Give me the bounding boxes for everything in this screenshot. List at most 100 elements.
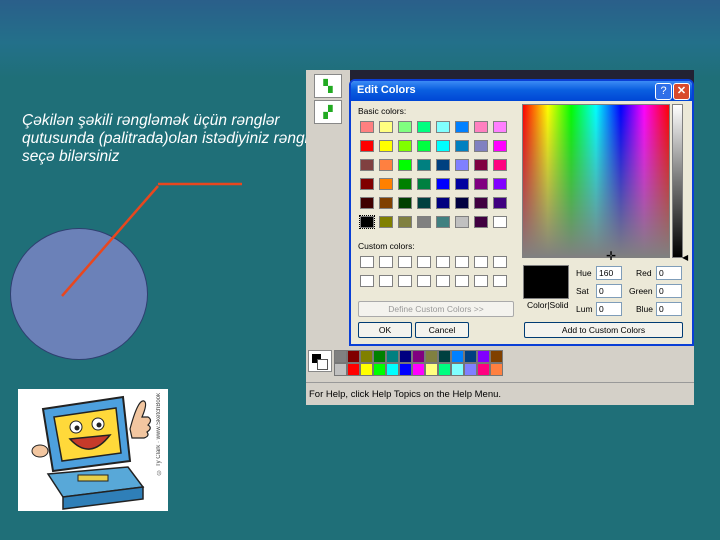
custom-color-slot[interactable] xyxy=(455,256,469,268)
close-button[interactable]: ✕ xyxy=(673,83,690,100)
basic-color-swatch[interactable] xyxy=(398,197,412,209)
palette-swatch[interactable] xyxy=(334,363,347,376)
palette-swatch[interactable] xyxy=(438,363,451,376)
hue-field[interactable]: 160 xyxy=(596,266,622,280)
palette-swatch[interactable] xyxy=(412,363,425,376)
palette-swatch[interactable] xyxy=(334,350,347,363)
basic-color-swatch[interactable] xyxy=(436,178,450,190)
custom-color-slot[interactable] xyxy=(455,275,469,287)
palette-swatch[interactable] xyxy=(386,350,399,363)
basic-color-swatch[interactable] xyxy=(398,121,412,133)
basic-color-swatch[interactable] xyxy=(417,216,431,228)
basic-color-swatch[interactable] xyxy=(417,197,431,209)
luminosity-arrow-icon[interactable]: ◀ xyxy=(682,253,688,262)
basic-color-swatch[interactable] xyxy=(474,121,488,133)
basic-color-swatch[interactable] xyxy=(417,178,431,190)
basic-color-swatch[interactable] xyxy=(474,140,488,152)
ok-button[interactable]: OK xyxy=(358,322,412,338)
custom-color-slot[interactable] xyxy=(436,256,450,268)
palette-swatch[interactable] xyxy=(477,350,490,363)
basic-color-swatch[interactable] xyxy=(359,215,375,229)
basic-color-swatch[interactable] xyxy=(455,121,469,133)
basic-color-swatch[interactable] xyxy=(360,121,374,133)
basic-color-swatch[interactable] xyxy=(417,159,431,171)
basic-color-swatch[interactable] xyxy=(455,140,469,152)
custom-color-slot[interactable] xyxy=(436,275,450,287)
basic-color-swatch[interactable] xyxy=(398,178,412,190)
custom-color-slot[interactable] xyxy=(474,256,488,268)
color-spectrum[interactable] xyxy=(522,104,670,258)
sat-field[interactable]: 0 xyxy=(596,284,622,298)
palette-swatch[interactable] xyxy=(490,363,503,376)
custom-color-slot[interactable] xyxy=(379,275,393,287)
palette-swatch[interactable] xyxy=(451,363,464,376)
custom-color-slot[interactable] xyxy=(398,256,412,268)
cancel-button[interactable]: Cancel xyxy=(415,322,469,338)
basic-color-swatch[interactable] xyxy=(436,197,450,209)
basic-color-swatch[interactable] xyxy=(417,121,431,133)
palette-swatch[interactable] xyxy=(490,350,503,363)
basic-color-swatch[interactable] xyxy=(455,159,469,171)
basic-color-swatch[interactable] xyxy=(493,140,507,152)
basic-color-swatch[interactable] xyxy=(379,216,393,228)
palette-swatch[interactable] xyxy=(360,350,373,363)
basic-color-swatch[interactable] xyxy=(436,159,450,171)
basic-color-swatch[interactable] xyxy=(379,140,393,152)
basic-color-swatch[interactable] xyxy=(493,121,507,133)
define-custom-colors-button[interactable]: Define Custom Colors >> xyxy=(358,301,514,317)
basic-color-swatch[interactable] xyxy=(474,197,488,209)
basic-color-swatch[interactable] xyxy=(493,178,507,190)
basic-color-swatch[interactable] xyxy=(379,121,393,133)
basic-color-swatch[interactable] xyxy=(379,197,393,209)
custom-color-slot[interactable] xyxy=(493,275,507,287)
basic-color-swatch[interactable] xyxy=(417,140,431,152)
custom-color-slot[interactable] xyxy=(360,275,374,287)
palette-swatch[interactable] xyxy=(464,350,477,363)
custom-color-slot[interactable] xyxy=(398,275,412,287)
palette-swatch[interactable] xyxy=(347,363,360,376)
palette-swatch[interactable] xyxy=(425,350,438,363)
basic-color-swatch[interactable] xyxy=(493,216,507,228)
crosshair-icon[interactable]: ✛ xyxy=(606,249,616,263)
custom-color-slot[interactable] xyxy=(417,275,431,287)
basic-color-swatch[interactable] xyxy=(379,159,393,171)
basic-color-swatch[interactable] xyxy=(398,159,412,171)
custom-color-slot[interactable] xyxy=(379,256,393,268)
palette-swatch[interactable] xyxy=(438,350,451,363)
basic-color-swatch[interactable] xyxy=(436,121,450,133)
palette-swatch[interactable] xyxy=(386,363,399,376)
basic-color-swatch[interactable] xyxy=(474,178,488,190)
custom-color-slot[interactable] xyxy=(360,256,374,268)
basic-color-swatch[interactable] xyxy=(398,140,412,152)
basic-color-swatch[interactable] xyxy=(360,178,374,190)
custom-color-slot[interactable] xyxy=(474,275,488,287)
lum-field[interactable]: 0 xyxy=(596,302,622,316)
basic-color-swatch[interactable] xyxy=(455,178,469,190)
palette-swatch[interactable] xyxy=(399,350,412,363)
green-field[interactable]: 0 xyxy=(656,284,682,298)
palette-swatch[interactable] xyxy=(464,363,477,376)
palette-swatch[interactable] xyxy=(347,350,360,363)
basic-color-swatch[interactable] xyxy=(436,140,450,152)
basic-color-swatch[interactable] xyxy=(360,140,374,152)
palette-swatch[interactable] xyxy=(360,363,373,376)
basic-color-swatch[interactable] xyxy=(455,216,469,228)
basic-color-swatch[interactable] xyxy=(398,216,412,228)
basic-color-swatch[interactable] xyxy=(493,197,507,209)
palette-swatch[interactable] xyxy=(373,350,386,363)
palette-swatch[interactable] xyxy=(373,363,386,376)
palette-swatch[interactable] xyxy=(412,350,425,363)
basic-color-swatch[interactable] xyxy=(436,216,450,228)
basic-color-swatch[interactable] xyxy=(474,216,488,228)
palette-swatch[interactable] xyxy=(399,363,412,376)
red-field[interactable]: 0 xyxy=(656,266,682,280)
custom-color-slot[interactable] xyxy=(493,256,507,268)
basic-color-swatch[interactable] xyxy=(360,159,374,171)
basic-color-swatch[interactable] xyxy=(360,197,374,209)
basic-color-swatch[interactable] xyxy=(379,178,393,190)
palette-swatch[interactable] xyxy=(477,363,490,376)
palette-swatch[interactable] xyxy=(451,350,464,363)
select-tool-icon[interactable]: ▞ xyxy=(314,100,342,124)
custom-color-slot[interactable] xyxy=(417,256,431,268)
blue-field[interactable]: 0 xyxy=(656,302,682,316)
